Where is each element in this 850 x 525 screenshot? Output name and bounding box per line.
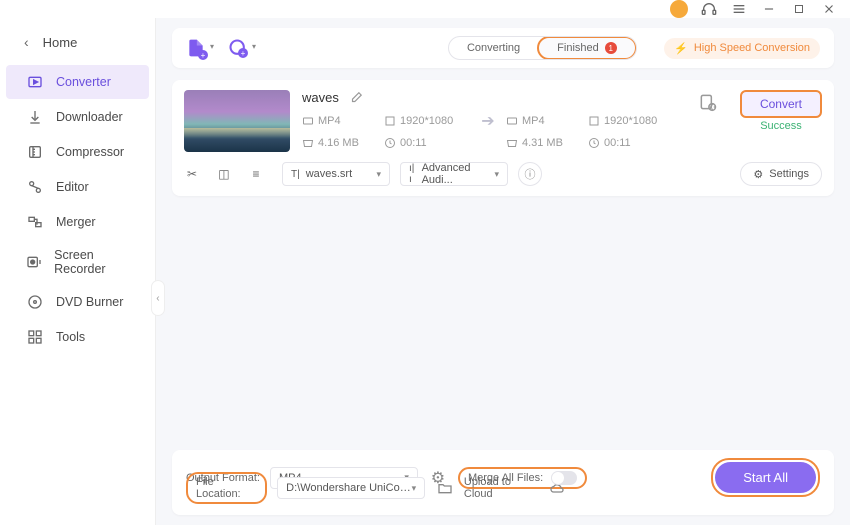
target-duration: 00:11 (604, 137, 631, 149)
target-size: 4.31 MB (522, 137, 563, 149)
file-location-label: File Location: (186, 472, 267, 504)
bolt-icon: ⚡ (674, 42, 688, 55)
arrow-right-icon: ➔ (474, 111, 502, 131)
menu-icon[interactable] (730, 0, 748, 18)
dvd-icon (26, 293, 44, 311)
upload-cloud-label: Upload to Cloud (464, 476, 538, 500)
chevron-down-icon: ▾ (412, 483, 417, 494)
recorder-icon (26, 253, 42, 271)
headset-icon[interactable] (700, 0, 718, 18)
merger-icon (26, 213, 44, 231)
add-file-button[interactable]: +▾ (186, 38, 206, 58)
sidebar-item-tools[interactable]: Tools (6, 320, 149, 354)
sidebar: ‹ Home Converter Downloader Compressor E… (0, 18, 156, 525)
source-duration: 00:11 (400, 137, 427, 149)
file-settings-button[interactable]: ⚙ Settings (740, 162, 822, 186)
chevron-down-icon: ▾ (494, 169, 499, 180)
sidebar-item-label: DVD Burner (56, 295, 123, 309)
home-label: Home (43, 35, 78, 50)
source-resolution: 1920*1080 (400, 115, 453, 127)
file-card: waves MP4 1920*1080 ➔ MP4 1920*1080 4.16… (172, 80, 834, 196)
home-link[interactable]: ‹ Home (0, 26, 155, 64)
crop-icon[interactable]: ◫ (216, 167, 232, 181)
sidebar-item-converter[interactable]: Converter (6, 65, 149, 99)
start-all-highlight: Start All (711, 458, 820, 497)
output-settings-icon[interactable] (696, 90, 720, 114)
target-resolution: 1920*1080 (604, 115, 657, 127)
compressor-icon (26, 143, 44, 161)
downloader-icon (26, 108, 44, 126)
main-panel: +▾ +▾ Converting Finished1 ⚡ High Speed … (156, 18, 850, 525)
sidebar-item-label: Converter (56, 75, 111, 89)
top-toolbar: +▾ +▾ Converting Finished1 ⚡ High Speed … (172, 28, 834, 68)
sidebar-item-label: Compressor (56, 145, 124, 159)
sidebar-item-downloader[interactable]: Downloader (6, 100, 149, 134)
editor-icon (26, 178, 44, 196)
tab-converting[interactable]: Converting (449, 37, 538, 59)
sidebar-item-label: Merger (56, 215, 96, 229)
high-speed-toggle[interactable]: ⚡ High Speed Conversion (664, 38, 820, 59)
subtitle-icon: T| (291, 169, 300, 180)
subtitle-dropdown[interactable]: T| waves.srt ▾ (282, 162, 390, 186)
sidebar-collapse-handle[interactable]: ‹ (151, 280, 165, 316)
audio-dropdown[interactable]: ı|ı Advanced Audi... ▾ (400, 162, 508, 186)
maximize-button[interactable] (790, 0, 808, 18)
sidebar-item-dvd[interactable]: DVD Burner (6, 285, 149, 319)
user-avatar-icon[interactable] (670, 0, 688, 18)
status-text: Success (760, 120, 802, 132)
sidebar-item-recorder[interactable]: Screen Recorder (6, 240, 149, 284)
sidebar-item-merger[interactable]: Merger (6, 205, 149, 239)
minimize-button[interactable] (760, 0, 778, 18)
finished-count-badge: 1 (605, 42, 617, 54)
video-thumbnail[interactable] (184, 90, 290, 152)
chevron-left-icon: ‹ (24, 34, 29, 50)
target-format: MP4 (522, 115, 545, 127)
file-name: waves (302, 90, 339, 105)
chevron-down-icon: ▾ (376, 169, 381, 180)
source-size: 4.16 MB (318, 137, 359, 149)
sidebar-item-label: Tools (56, 330, 85, 344)
sidebar-item-compressor[interactable]: Compressor (6, 135, 149, 169)
convert-button[interactable]: Convert (740, 90, 822, 118)
add-url-button[interactable]: +▾ (228, 38, 248, 58)
chevron-down-icon: ▾ (252, 42, 256, 51)
gear-icon: ⚙ (753, 168, 763, 181)
close-button[interactable] (820, 0, 838, 18)
start-all-button[interactable]: Start All (715, 462, 816, 493)
sidebar-item-label: Screen Recorder (54, 248, 139, 276)
file-location-dropdown[interactable]: D:\Wondershare UniConverter 1▾ (277, 477, 425, 499)
merge-toggle[interactable] (551, 471, 577, 485)
edit-name-icon[interactable] (349, 91, 363, 105)
trim-icon[interactable]: ✂ (184, 167, 200, 181)
window-titlebar (0, 0, 850, 18)
info-icon[interactable]: ⓘ (518, 162, 542, 186)
status-tabs: Converting Finished1 (448, 36, 637, 60)
sidebar-item-label: Downloader (56, 110, 123, 124)
sidebar-item-label: Editor (56, 180, 89, 194)
sidebar-item-editor[interactable]: Editor (6, 170, 149, 204)
chevron-down-icon: ▾ (210, 42, 214, 51)
audio-icon: ı|ı (409, 163, 416, 185)
tools-icon (26, 328, 44, 346)
tab-finished[interactable]: Finished1 (537, 36, 637, 60)
source-format: MP4 (318, 115, 341, 127)
footer-bar: Output Format: MP4▾ ⚙ Merge All Files: S… (172, 450, 834, 515)
converter-icon (26, 73, 44, 91)
list-icon[interactable]: ≡ (248, 167, 264, 181)
open-folder-icon[interactable] (435, 478, 454, 498)
